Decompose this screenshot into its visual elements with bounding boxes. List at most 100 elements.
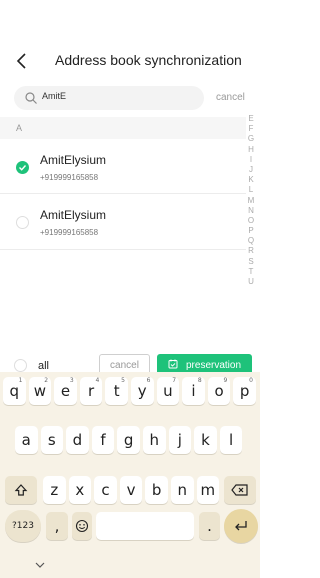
key-number-hint: 3: [69, 377, 74, 384]
index-letter[interactable]: Q: [244, 236, 258, 246]
contact-name: AmitElysium: [40, 153, 107, 167]
contact-row[interactable]: AmitElysium +919999165858: [0, 194, 246, 246]
letter-key[interactable]: h: [143, 426, 166, 454]
search-value: AmitE: [42, 91, 67, 101]
comma-key[interactable]: ,: [46, 512, 68, 540]
key-label: e: [60, 382, 71, 400]
key-label: z: [50, 481, 59, 499]
index-letter[interactable]: H: [244, 145, 258, 155]
index-letter[interactable]: I: [244, 155, 258, 165]
alphabet-index[interactable]: EFGHIJKLMNOPQRSTU: [244, 114, 258, 287]
checked-radio-icon[interactable]: [16, 161, 29, 174]
contact-row[interactable]: AmitElysium +919999165858: [0, 139, 246, 191]
letter-key[interactable]: t5: [105, 377, 128, 405]
letter-key[interactable]: c: [94, 476, 117, 504]
letter-key[interactable]: k: [194, 426, 217, 454]
divider: [0, 249, 246, 250]
letter-key[interactable]: q1: [3, 377, 26, 405]
shift-icon: [14, 484, 28, 496]
space-key[interactable]: [96, 512, 194, 540]
letter-key[interactable]: d: [66, 426, 89, 454]
letter-key[interactable]: m: [196, 476, 220, 504]
key-label: r: [87, 382, 95, 400]
key-label: m: [200, 481, 216, 499]
section-letter: A: [16, 123, 23, 133]
key-label: i: [191, 382, 196, 400]
letter-key[interactable]: b: [145, 476, 168, 504]
letter-key[interactable]: n: [171, 476, 194, 504]
key-label: l: [228, 431, 234, 449]
shift-key[interactable]: [5, 476, 37, 504]
index-letter[interactable]: M: [244, 196, 258, 206]
search-cancel-button[interactable]: cancel: [216, 92, 245, 103]
key-label: v: [126, 481, 136, 499]
index-letter[interactable]: T: [244, 267, 258, 277]
header: Address book synchronization: [0, 48, 260, 74]
key-label: o: [214, 382, 224, 400]
letter-key[interactable]: y6: [131, 377, 154, 405]
index-letter[interactable]: J: [244, 165, 258, 175]
letter-key[interactable]: l: [219, 426, 243, 454]
key-number-hint: 4: [95, 377, 100, 384]
letter-key[interactable]: e3: [54, 377, 77, 405]
index-letter[interactable]: G: [244, 134, 258, 144]
letter-key[interactable]: x: [68, 476, 92, 504]
letter-key[interactable]: r4: [79, 377, 103, 405]
back-arrow-icon[interactable]: [12, 50, 34, 72]
letter-key[interactable]: f: [91, 426, 115, 454]
index-letter[interactable]: F: [244, 124, 258, 134]
key-number-hint: 1: [18, 377, 23, 384]
key-label: g: [123, 431, 134, 449]
index-letter[interactable]: N: [244, 206, 258, 216]
save-label: preservation: [185, 360, 242, 371]
index-letter[interactable]: E: [244, 114, 258, 124]
contact-phone: +919999165858: [40, 228, 99, 237]
key-label: h: [149, 431, 159, 449]
unchecked-radio-icon[interactable]: [16, 216, 29, 229]
symbols-key[interactable]: ?123: [5, 510, 41, 542]
index-letter[interactable]: K: [244, 175, 258, 185]
index-letter[interactable]: R: [244, 246, 258, 256]
key-number-hint: 9: [223, 377, 228, 384]
key-label: u: [163, 382, 173, 400]
key-number-hint: 0: [249, 377, 253, 384]
backspace-key[interactable]: [224, 476, 256, 504]
letter-key[interactable]: p0: [233, 377, 256, 405]
key-label: c: [101, 481, 110, 499]
key-label: k: [201, 431, 210, 449]
search-input[interactable]: AmitE: [14, 86, 204, 110]
emoji-key[interactable]: [72, 512, 92, 540]
search-icon: [25, 92, 37, 104]
index-letter[interactable]: S: [244, 257, 258, 267]
enter-icon: [235, 521, 247, 531]
key-number-hint: 2: [44, 377, 49, 384]
key-label: f: [100, 431, 106, 449]
key-number-hint: 7: [172, 377, 177, 384]
letter-key[interactable]: s: [40, 426, 64, 454]
key-label: x: [75, 481, 85, 499]
page-title: Address book synchronization: [55, 52, 242, 68]
hide-keyboard-chevron-icon[interactable]: [33, 560, 47, 570]
period-key[interactable]: .: [199, 512, 220, 540]
letter-key[interactable]: i8: [182, 377, 205, 405]
key-label: b: [151, 481, 162, 499]
index-letter[interactable]: O: [244, 216, 258, 226]
letter-key[interactable]: z: [43, 476, 66, 504]
letter-key[interactable]: v: [119, 476, 143, 504]
keyboard: ?123 , . q1w2e3r4t5y6u7i8o9p0asdfghjklzx…: [0, 372, 260, 550]
enter-key[interactable]: [224, 509, 258, 543]
letter-key[interactable]: u7: [156, 377, 180, 405]
save-icon: [168, 359, 178, 369]
index-letter[interactable]: U: [244, 277, 258, 287]
key-number-hint: 6: [146, 377, 151, 384]
select-all-radio-icon[interactable]: [14, 359, 27, 372]
key-label: a: [21, 431, 31, 449]
index-letter[interactable]: P: [244, 226, 258, 236]
letter-key[interactable]: w2: [28, 377, 52, 405]
letter-key[interactable]: a: [15, 426, 38, 454]
key-number-hint: 5: [121, 377, 125, 384]
letter-key[interactable]: o9: [207, 377, 231, 405]
index-letter[interactable]: L: [244, 185, 258, 195]
letter-key[interactable]: g: [117, 426, 140, 454]
letter-key[interactable]: j: [168, 426, 192, 454]
